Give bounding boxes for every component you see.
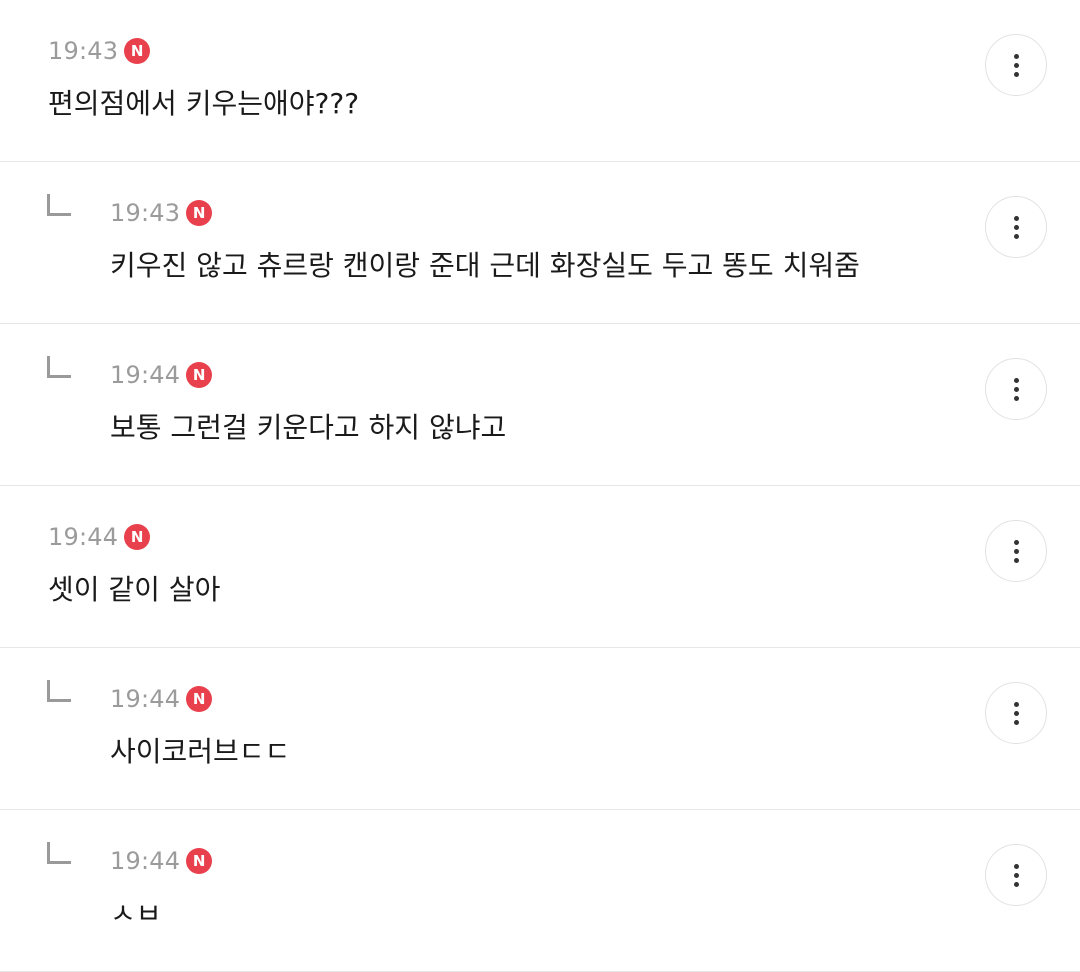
comment-time: 19:44 bbox=[110, 685, 181, 713]
more-options-button[interactable] bbox=[985, 358, 1047, 420]
more-vertical-icon bbox=[1013, 863, 1019, 869]
new-badge: N bbox=[124, 38, 151, 64]
more-vertical-icon bbox=[1013, 701, 1019, 707]
more-options-button[interactable] bbox=[985, 844, 1047, 906]
more-options-button[interactable] bbox=[985, 34, 1047, 96]
comment-item: 19:43 N 편의점에서 키우는애야??? bbox=[0, 0, 1080, 162]
reply-item: 19:43 N 키우진 않고 츄르랑 캔이랑 준대 근데 화장실도 두고 똥도 … bbox=[0, 162, 1080, 324]
reply-arrow-icon bbox=[47, 194, 71, 216]
more-options-button[interactable] bbox=[985, 520, 1047, 582]
comment-time: 19:44 bbox=[110, 847, 181, 875]
reply-arrow-icon bbox=[47, 356, 71, 378]
comment-time: 19:44 bbox=[48, 523, 119, 551]
new-badge: N bbox=[124, 524, 151, 550]
new-badge: N bbox=[186, 848, 213, 874]
comment-meta: 19:44 N bbox=[110, 846, 213, 876]
reply-item: 19:44 N 보통 그런걸 키운다고 하지 않냐고 bbox=[0, 324, 1080, 486]
comment-text: ㅅㅂ bbox=[110, 897, 162, 930]
comment-time: 19:44 bbox=[110, 361, 181, 389]
reply-item: 19:44 N 사이코러브ㄷㄷ bbox=[0, 648, 1080, 810]
reply-item: 19:44 N ㅅㅂ bbox=[0, 810, 1080, 972]
comment-meta: 19:43 N bbox=[110, 198, 213, 228]
reply-arrow-icon bbox=[47, 680, 71, 702]
comment-text: 셋이 같이 살아 bbox=[48, 573, 221, 606]
new-badge: N bbox=[186, 362, 213, 388]
more-options-button[interactable] bbox=[985, 196, 1047, 258]
comment-text: 보통 그런걸 키운다고 하지 않냐고 bbox=[110, 411, 507, 444]
comment-meta: 19:44 N bbox=[48, 522, 151, 552]
comment-meta: 19:43 N bbox=[48, 36, 151, 66]
new-badge: N bbox=[186, 686, 213, 712]
reply-arrow-icon bbox=[47, 842, 71, 864]
comment-time: 19:43 bbox=[110, 199, 181, 227]
more-vertical-icon bbox=[1013, 215, 1019, 221]
more-vertical-icon bbox=[1013, 53, 1019, 59]
comment-time: 19:43 bbox=[48, 37, 119, 65]
comment-meta: 19:44 N bbox=[110, 360, 213, 390]
comment-text: 편의점에서 키우는애야??? bbox=[48, 87, 360, 120]
comment-text: 사이코러브ㄷㄷ bbox=[110, 735, 291, 768]
more-vertical-icon bbox=[1013, 539, 1019, 545]
comment-text: 키우진 않고 츄르랑 캔이랑 준대 근데 화장실도 두고 똥도 치워줌 bbox=[110, 249, 860, 282]
more-options-button[interactable] bbox=[985, 682, 1047, 744]
comment-meta: 19:44 N bbox=[110, 684, 213, 714]
comment-item: 19:44 N 셋이 같이 살아 bbox=[0, 486, 1080, 648]
more-vertical-icon bbox=[1013, 377, 1019, 383]
new-badge: N bbox=[186, 200, 213, 226]
comment-list: 19:43 N 편의점에서 키우는애야??? 19:43 N 키우진 않고 츄르… bbox=[0, 0, 1080, 972]
